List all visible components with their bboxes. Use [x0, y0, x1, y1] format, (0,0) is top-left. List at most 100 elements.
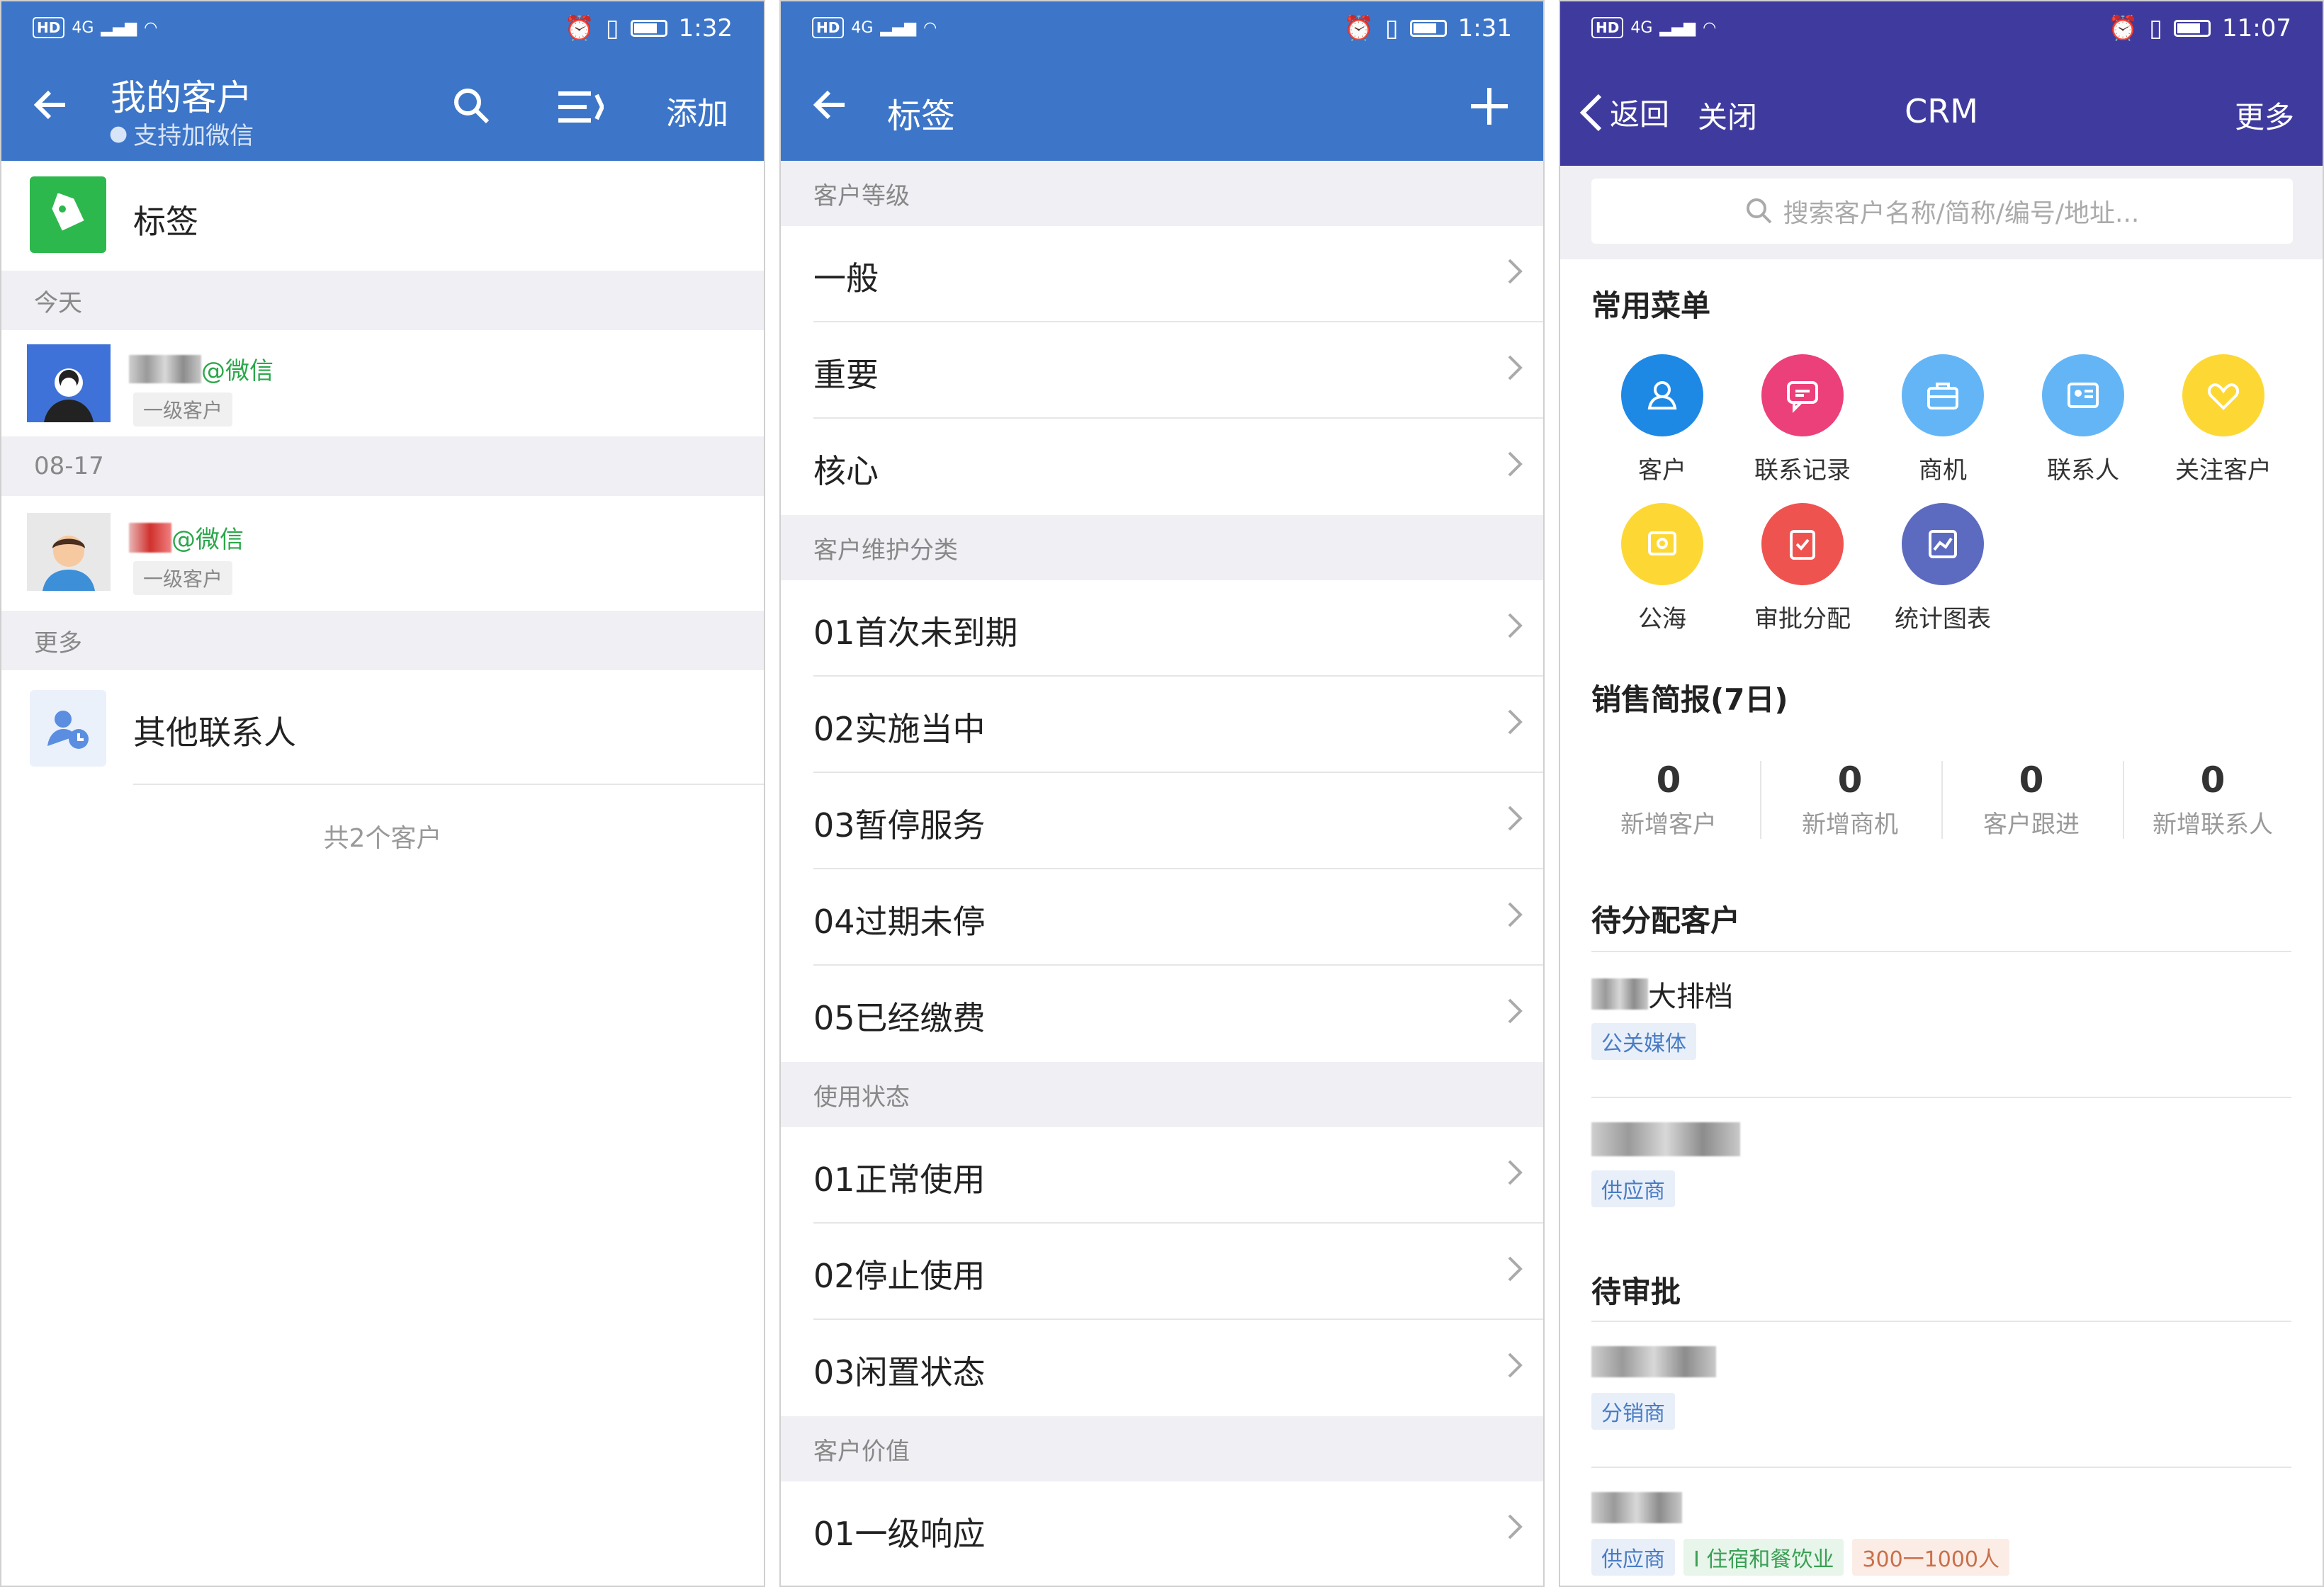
chevron-right-icon	[1506, 898, 1523, 937]
sales-stat[interactable]: 0 新增商机	[1761, 759, 1939, 840]
wechat-suffix: @微信	[201, 357, 273, 385]
tag-item-label: 05已经缴费	[813, 999, 986, 1037]
wechat-support-note: ● 支持加微信	[109, 116, 254, 151]
filter-list-icon[interactable]	[557, 89, 605, 131]
add-button[interactable]: 添加	[666, 88, 728, 133]
tag-item-label: 02实施当中	[813, 710, 986, 748]
hd-icon: HD	[812, 17, 845, 38]
screen-tags: HD 4G ▂▄▆ ◠ ⏰ ▯ 1:31 标签 客户等级 一般 重要 核心 客户维护分类 01首次未…	[779, 0, 1545, 1587]
contact-row[interactable]: @微信 一级客户	[1, 330, 764, 436]
group-header: 客户维护分类	[781, 515, 1543, 580]
clock: 1:32	[678, 14, 733, 43]
divider	[1591, 1097, 2291, 1098]
stat-value: 0	[1656, 759, 1681, 801]
vibrate-icon: ▯	[2149, 14, 2163, 43]
status-bar: HD 4G ▂▄▆ ◠ ⏰ ▯ 1:31	[781, 1, 1543, 58]
menu-item-label: 公海	[1638, 605, 1686, 633]
stat-label: 新增联系人	[2153, 811, 2273, 839]
tag-item[interactable]: 核心	[781, 419, 1543, 515]
search-input[interactable]: 搜索客户名称/简称/编号/地址...	[1591, 179, 2293, 244]
sales-title: 销售简报(7日)	[1591, 682, 1788, 717]
status-bar: HD 4G ▂▄▆ ◠ ⏰ ▯ 1:32	[1, 1, 764, 58]
contact-row[interactable]: @微信 一级客户	[1, 496, 764, 611]
sales-stat[interactable]: 0 新增客户	[1580, 759, 1757, 840]
tag-item[interactable]: 04过期未停	[781, 869, 1543, 966]
tag-item-label: 01正常使用	[813, 1160, 986, 1199]
alarm-icon: ⏰	[564, 14, 594, 43]
menu-item-label: 客户	[1638, 456, 1686, 485]
menu-item-label: 联系记录	[1754, 456, 1851, 485]
tag-item[interactable]: 03暂停服务	[781, 773, 1543, 869]
tag-item[interactable]: 一般	[781, 226, 1543, 322]
stat-value: 0	[2019, 759, 2044, 801]
menu-item-label: 商机	[1919, 456, 1967, 485]
tag-item[interactable]: 03闲置状态	[781, 1320, 1543, 1416]
tag-item-label: 04过期未停	[813, 903, 986, 941]
contact-card-icon	[2042, 354, 2124, 436]
signal-icon: ▂▄▆	[1659, 18, 1696, 37]
tag-item[interactable]: 重要	[781, 322, 1543, 419]
menu-title: 常用菜单	[1591, 288, 1711, 323]
chevron-right-icon	[1506, 1156, 1523, 1195]
other-contacts-row[interactable]: 其他联系人	[1, 670, 764, 784]
approval-item-name[interactable]	[1591, 1346, 1716, 1377]
tags-row[interactable]: 标签	[1, 161, 764, 271]
page-title: 我的客户	[111, 77, 252, 118]
chevron-right-icon	[1506, 1510, 1523, 1549]
chevron-right-icon	[1506, 1348, 1523, 1388]
tag-item[interactable]: 02停止使用	[781, 1224, 1543, 1320]
pending-item-tags: 供应商	[1591, 1170, 1675, 1207]
wechat-suffix: @微信	[171, 526, 244, 554]
approval-item-name[interactable]	[1591, 1492, 1682, 1523]
sales-stat[interactable]: 0 客户跟进	[1943, 759, 2120, 840]
tag-item[interactable]: 01一级响应	[781, 1481, 1543, 1578]
network-label: 4G	[851, 18, 874, 37]
chat-record-icon	[1761, 354, 1844, 436]
more-button[interactable]: 更多	[2235, 94, 2294, 137]
chevron-right-icon	[1506, 994, 1523, 1034]
tags-label: 标签	[133, 203, 198, 241]
blurred-name	[1591, 978, 1648, 1010]
pending-item-name[interactable]	[1591, 1122, 1740, 1156]
network-label: 4G	[72, 18, 94, 37]
search-icon[interactable]	[452, 86, 492, 132]
blurred-name	[129, 522, 171, 553]
divider	[1591, 951, 2291, 952]
approval-item-tags: 供应商 I 住宿和餐饮业 300一1000人	[1591, 1539, 2009, 1576]
blurred-name	[129, 354, 201, 383]
back-arrow-icon[interactable]	[30, 84, 72, 132]
back-arrow-icon[interactable]	[809, 84, 852, 132]
screen-crm-home: HD 4G ▂▄▆ ◠ ⏰ ▯ 11:07 返回 关闭 CRM 更多 搜索客户名称/简称/…	[1559, 0, 2324, 1587]
tag-item[interactable]: 05已经缴费	[781, 966, 1543, 1062]
stat-label: 客户跟进	[1983, 811, 2080, 839]
pending-item-tags: 公关媒体	[1591, 1023, 1696, 1060]
alarm-icon: ⏰	[2107, 14, 2138, 43]
clock: 1:31	[1457, 14, 1512, 43]
group-header: 客户价值	[781, 1416, 1543, 1481]
tag-chip: 300一1000人	[1852, 1539, 2009, 1576]
subtitle: 支持加微信	[133, 122, 254, 150]
tag-item-label: 重要	[813, 356, 879, 394]
menu-item-label: 统计图表	[1895, 605, 1991, 633]
sales-stat[interactable]: 0 新增联系人	[2124, 759, 2301, 840]
customer-count: 共2个客户	[323, 824, 442, 853]
approval-title: 待审批	[1591, 1275, 1681, 1309]
menu-item-label: 关注客户	[2175, 456, 2272, 485]
heart-icon	[2182, 354, 2264, 436]
menu-item-label: 联系人	[2047, 456, 2119, 485]
search-icon	[1746, 198, 1772, 224]
stat-label: 新增客户	[1620, 811, 1717, 839]
plus-icon[interactable]	[1468, 85, 1511, 134]
chevron-right-icon	[1506, 351, 1523, 390]
pending-item-name[interactable]: 大排档	[1591, 973, 1733, 1015]
tag-item-label: 核心	[813, 452, 879, 490]
tag-item[interactable]: 01正常使用	[781, 1127, 1543, 1224]
hd-icon: HD	[33, 17, 65, 38]
stat-label: 新增商机	[1802, 811, 1898, 839]
signal-icon: ▂▄▆	[101, 18, 137, 37]
tag-item[interactable]: 01首次未到期	[781, 580, 1543, 677]
contact-name: @微信	[129, 520, 244, 555]
tag-chip: 供应商	[1591, 1170, 1675, 1207]
tag-item[interactable]: 02实施当中	[781, 677, 1543, 773]
stat-value: 0	[1837, 759, 1863, 801]
